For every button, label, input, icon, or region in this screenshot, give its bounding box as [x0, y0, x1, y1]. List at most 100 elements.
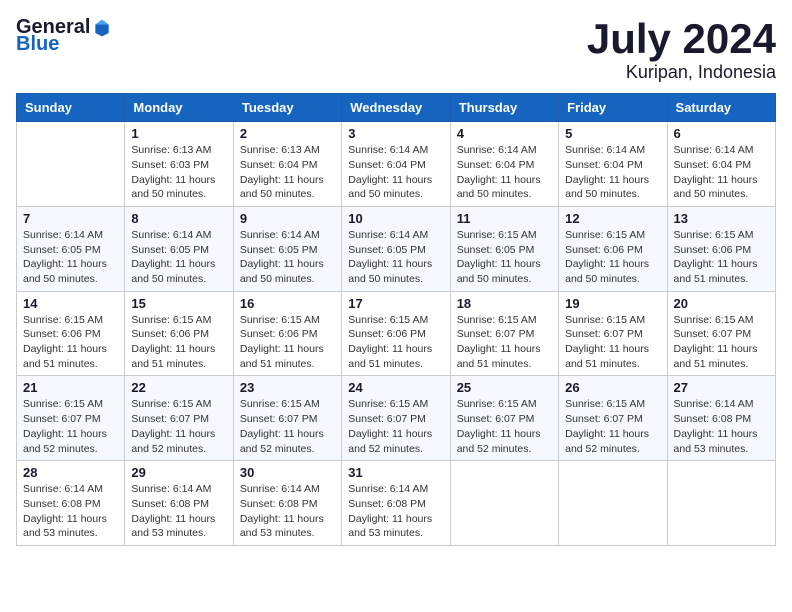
day-info: Sunrise: 6:15 AM Sunset: 6:07 PM Dayligh…: [240, 397, 335, 456]
calendar-cell: 28 Sunrise: 6:14 AM Sunset: 6:08 PM Dayli…: [17, 461, 125, 546]
calendar-cell: 6 Sunrise: 6:14 AM Sunset: 6:04 PM Daylig…: [667, 122, 775, 207]
day-number: 30: [240, 465, 335, 480]
calendar-cell: 3 Sunrise: 6:14 AM Sunset: 6:04 PM Daylig…: [342, 122, 450, 207]
calendar-week-row: 28 Sunrise: 6:14 AM Sunset: 6:08 PM Dayli…: [17, 461, 776, 546]
location: Kuripan, Indonesia: [587, 62, 776, 83]
calendar-header-saturday: Saturday: [667, 94, 775, 122]
day-info: Sunrise: 6:14 AM Sunset: 6:05 PM Dayligh…: [131, 228, 226, 287]
calendar-header-row: SundayMondayTuesdayWednesdayThursdayFrid…: [17, 94, 776, 122]
day-info: Sunrise: 6:14 AM Sunset: 6:08 PM Dayligh…: [674, 397, 769, 456]
calendar-cell: 4 Sunrise: 6:14 AM Sunset: 6:04 PM Daylig…: [450, 122, 558, 207]
calendar-cell: 8 Sunrise: 6:14 AM Sunset: 6:05 PM Daylig…: [125, 206, 233, 291]
day-number: 18: [457, 296, 552, 311]
calendar-cell: 14 Sunrise: 6:15 AM Sunset: 6:06 PM Dayli…: [17, 291, 125, 376]
calendar-header-wednesday: Wednesday: [342, 94, 450, 122]
day-info: Sunrise: 6:15 AM Sunset: 6:06 PM Dayligh…: [674, 228, 769, 287]
day-info: Sunrise: 6:14 AM Sunset: 6:08 PM Dayligh…: [240, 482, 335, 541]
day-number: 24: [348, 380, 443, 395]
day-info: Sunrise: 6:15 AM Sunset: 6:06 PM Dayligh…: [565, 228, 660, 287]
day-number: 21: [23, 380, 118, 395]
day-info: Sunrise: 6:15 AM Sunset: 6:06 PM Dayligh…: [23, 313, 118, 372]
day-number: 8: [131, 211, 226, 226]
calendar-cell: 12 Sunrise: 6:15 AM Sunset: 6:06 PM Dayli…: [559, 206, 667, 291]
calendar-cell: 31 Sunrise: 6:14 AM Sunset: 6:08 PM Dayli…: [342, 461, 450, 546]
day-number: 23: [240, 380, 335, 395]
day-info: Sunrise: 6:15 AM Sunset: 6:07 PM Dayligh…: [348, 397, 443, 456]
day-info: Sunrise: 6:13 AM Sunset: 6:04 PM Dayligh…: [240, 143, 335, 202]
title-block: July 2024 Kuripan, Indonesia: [587, 16, 776, 83]
calendar-cell: 7Sunrise: 6:14 AM Sunset: 6:05 PM Daylig…: [17, 206, 125, 291]
day-number: 9: [240, 211, 335, 226]
day-number: 29: [131, 465, 226, 480]
calendar-cell: 25 Sunrise: 6:15 AM Sunset: 6:07 PM Dayli…: [450, 376, 558, 461]
month-title: July 2024: [587, 16, 776, 62]
day-number: 5: [565, 126, 660, 141]
day-info: Sunrise: 6:14 AM Sunset: 6:04 PM Dayligh…: [565, 143, 660, 202]
day-info: Sunrise: 6:15 AM Sunset: 6:05 PM Dayligh…: [457, 228, 552, 287]
day-info: Sunrise: 6:15 AM Sunset: 6:07 PM Dayligh…: [565, 397, 660, 456]
day-info: Sunrise: 6:15 AM Sunset: 6:07 PM Dayligh…: [457, 397, 552, 456]
day-info: Sunrise: 6:14 AM Sunset: 6:04 PM Dayligh…: [348, 143, 443, 202]
calendar-cell: 5 Sunrise: 6:14 AM Sunset: 6:04 PM Daylig…: [559, 122, 667, 207]
calendar-cell: 13Sunrise: 6:15 AM Sunset: 6:06 PM Dayli…: [667, 206, 775, 291]
calendar-cell: 2 Sunrise: 6:13 AM Sunset: 6:04 PM Daylig…: [233, 122, 341, 207]
logo: General Blue: [16, 16, 112, 56]
day-number: 16: [240, 296, 335, 311]
calendar-cell: [559, 461, 667, 546]
calendar-week-row: 14 Sunrise: 6:15 AM Sunset: 6:06 PM Dayli…: [17, 291, 776, 376]
day-info: Sunrise: 6:14 AM Sunset: 6:08 PM Dayligh…: [131, 482, 226, 541]
day-number: 31: [348, 465, 443, 480]
calendar-header-monday: Monday: [125, 94, 233, 122]
day-info: Sunrise: 6:15 AM Sunset: 6:07 PM Dayligh…: [23, 397, 118, 456]
day-info: Sunrise: 6:14 AM Sunset: 6:04 PM Dayligh…: [457, 143, 552, 202]
calendar-cell: 1Sunrise: 6:13 AM Sunset: 6:03 PM Daylig…: [125, 122, 233, 207]
day-info: Sunrise: 6:14 AM Sunset: 6:05 PM Dayligh…: [23, 228, 118, 287]
day-info: Sunrise: 6:15 AM Sunset: 6:07 PM Dayligh…: [457, 313, 552, 372]
calendar-cell: 11 Sunrise: 6:15 AM Sunset: 6:05 PM Dayli…: [450, 206, 558, 291]
day-number: 15: [131, 296, 226, 311]
day-number: 11: [457, 211, 552, 226]
day-number: 20: [674, 296, 769, 311]
day-number: 2: [240, 126, 335, 141]
day-number: 10: [348, 211, 443, 226]
logo-blue-text: Blue: [16, 33, 59, 56]
day-number: 19: [565, 296, 660, 311]
day-number: 12: [565, 211, 660, 226]
calendar-cell: [17, 122, 125, 207]
day-number: 6: [674, 126, 769, 141]
calendar-cell: 10 Sunrise: 6:14 AM Sunset: 6:05 PM Dayli…: [342, 206, 450, 291]
calendar-cell: 23 Sunrise: 6:15 AM Sunset: 6:07 PM Dayli…: [233, 376, 341, 461]
calendar-cell: [450, 461, 558, 546]
calendar-cell: 30 Sunrise: 6:14 AM Sunset: 6:08 PM Dayli…: [233, 461, 341, 546]
calendar-cell: 9Sunrise: 6:14 AM Sunset: 6:05 PM Daylig…: [233, 206, 341, 291]
day-info: Sunrise: 6:14 AM Sunset: 6:05 PM Dayligh…: [348, 228, 443, 287]
calendar-cell: 19 Sunrise: 6:15 AM Sunset: 6:07 PM Dayli…: [559, 291, 667, 376]
calendar-table: SundayMondayTuesdayWednesdayThursdayFrid…: [16, 93, 776, 546]
calendar-header-friday: Friday: [559, 94, 667, 122]
day-info: Sunrise: 6:14 AM Sunset: 6:08 PM Dayligh…: [348, 482, 443, 541]
calendar-cell: 21 Sunrise: 6:15 AM Sunset: 6:07 PM Dayli…: [17, 376, 125, 461]
day-number: 14: [23, 296, 118, 311]
calendar-week-row: 21 Sunrise: 6:15 AM Sunset: 6:07 PM Dayli…: [17, 376, 776, 461]
day-info: Sunrise: 6:14 AM Sunset: 6:08 PM Dayligh…: [23, 482, 118, 541]
calendar-header-thursday: Thursday: [450, 94, 558, 122]
day-number: 1: [131, 126, 226, 141]
calendar-week-row: 7Sunrise: 6:14 AM Sunset: 6:05 PM Daylig…: [17, 206, 776, 291]
day-number: 4: [457, 126, 552, 141]
calendar-cell: 15Sunrise: 6:15 AM Sunset: 6:06 PM Dayli…: [125, 291, 233, 376]
calendar-cell: 16Sunrise: 6:15 AM Sunset: 6:06 PM Dayli…: [233, 291, 341, 376]
day-info: Sunrise: 6:14 AM Sunset: 6:04 PM Dayligh…: [674, 143, 769, 202]
day-info: Sunrise: 6:15 AM Sunset: 6:07 PM Dayligh…: [565, 313, 660, 372]
calendar-cell: 17Sunrise: 6:15 AM Sunset: 6:06 PM Dayli…: [342, 291, 450, 376]
day-number: 3: [348, 126, 443, 141]
day-number: 27: [674, 380, 769, 395]
calendar-header-tuesday: Tuesday: [233, 94, 341, 122]
day-number: 22: [131, 380, 226, 395]
calendar-cell: 18 Sunrise: 6:15 AM Sunset: 6:07 PM Dayli…: [450, 291, 558, 376]
day-info: Sunrise: 6:15 AM Sunset: 6:06 PM Dayligh…: [348, 313, 443, 372]
day-info: Sunrise: 6:15 AM Sunset: 6:07 PM Dayligh…: [131, 397, 226, 456]
calendar-cell: 20Sunrise: 6:15 AM Sunset: 6:07 PM Dayli…: [667, 291, 775, 376]
day-number: 25: [457, 380, 552, 395]
day-number: 28: [23, 465, 118, 480]
calendar-cell: 24 Sunrise: 6:15 AM Sunset: 6:07 PM Dayli…: [342, 376, 450, 461]
